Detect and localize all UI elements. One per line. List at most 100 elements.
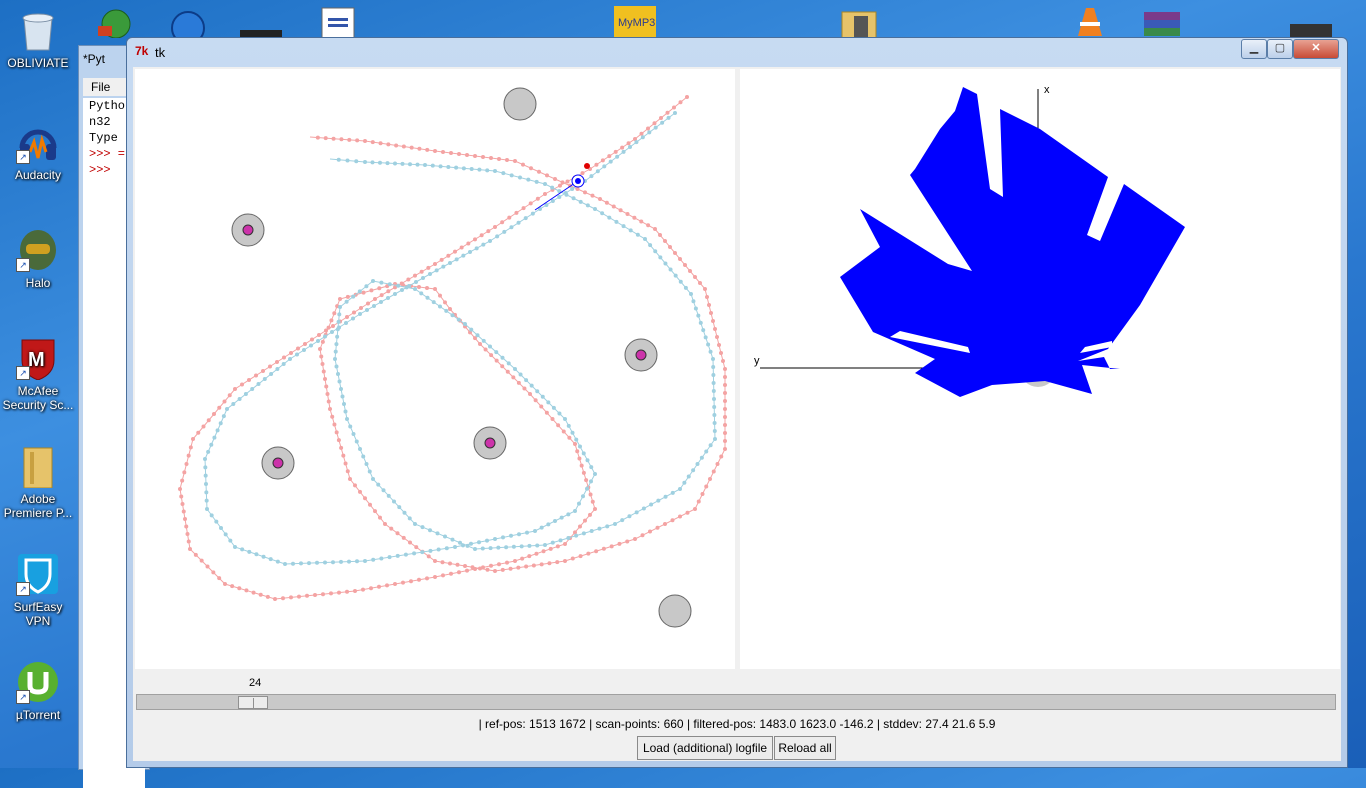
- mymp3-icon[interactable]: MyMP3: [612, 4, 656, 38]
- detected-landmark: [242, 224, 254, 236]
- filtered-path-point: [708, 349, 713, 354]
- reference-path-point: [303, 342, 307, 346]
- reference-path-point: [598, 197, 602, 201]
- filtered-path-point: [533, 529, 537, 533]
- document-icon[interactable]: [318, 4, 358, 39]
- filtered-path-point: [413, 287, 417, 291]
- filtered-path-point: [523, 216, 528, 221]
- reference-path-point: [251, 590, 256, 595]
- desktop-icon-halo[interactable]: ↗ Halo: [0, 228, 76, 290]
- filtered-path-point: [595, 169, 600, 174]
- filtered-path-point: [357, 289, 362, 294]
- filtered-path-point: [468, 250, 472, 254]
- reference-path-point: [578, 554, 583, 559]
- filtered-path-point: [204, 482, 208, 486]
- filtered-path-point: [480, 546, 485, 551]
- reference-path-point: [254, 373, 258, 378]
- filtered-path-point: [571, 196, 576, 201]
- reference-path-point: [275, 360, 279, 364]
- world-canvas[interactable]: [135, 69, 735, 669]
- window-titlebar[interactable]: 7k tk ▁ ▢ ✕: [127, 38, 1347, 66]
- film-icon[interactable]: [1288, 4, 1332, 38]
- reference-path-point: [401, 535, 406, 540]
- reference-path-point: [329, 591, 333, 596]
- filtered-path-point: [358, 447, 362, 451]
- filtered-path-point: [673, 111, 677, 115]
- reference-path-point: [378, 515, 382, 520]
- reference-path-point: [659, 116, 663, 120]
- reference-path-point: [539, 562, 544, 567]
- filtered-path-point: [704, 449, 709, 454]
- reference-path-point: [363, 496, 367, 501]
- filtered-path-point: [621, 149, 626, 154]
- shortcut-arrow-icon: ↗: [16, 690, 30, 704]
- reference-path-point: [618, 208, 623, 213]
- time-slider[interactable]: [136, 694, 1336, 710]
- desktop-icon-recycle-bin[interactable]: OBLIVIATE: [0, 8, 76, 70]
- tk-window[interactable]: 7k tk ▁ ▢ ✕ x y 24 | ref-pos: 1513 1672 …: [126, 37, 1348, 768]
- reload-all-button[interactable]: Reload all: [774, 736, 836, 760]
- filtered-path-point: [534, 179, 539, 184]
- filtered-path-point: [518, 372, 523, 377]
- menu-file[interactable]: File: [83, 80, 110, 94]
- close-button[interactable]: ✕: [1293, 39, 1339, 59]
- desktop-icon-surfeasy[interactable]: ↗ SurfEasy VPN: [0, 552, 76, 628]
- reference-path-point: [723, 407, 727, 411]
- reference-path-point: [433, 149, 437, 153]
- reference-path-point: [696, 499, 701, 504]
- filtered-path-point: [340, 394, 345, 399]
- desktop-icon-adobe-premiere[interactable]: Adobe Premiere P...: [0, 444, 76, 520]
- robot-heading: [534, 180, 579, 211]
- filtered-path-point: [334, 342, 339, 347]
- reference-path-point: [320, 339, 325, 344]
- globe-download-icon[interactable]: [92, 4, 132, 39]
- reference-path-point: [433, 559, 437, 563]
- maximize-button[interactable]: ▢: [1267, 39, 1293, 59]
- reference-path-point: [626, 141, 631, 146]
- filtered-path-point: [660, 120, 665, 125]
- winrar-icon[interactable]: [1140, 4, 1180, 38]
- reference-path-point: [336, 438, 341, 443]
- filtered-path-point: [711, 389, 716, 393]
- reference-path-point: [321, 592, 325, 597]
- filtered-path-point: [711, 365, 716, 369]
- scan-canvas[interactable]: x y: [740, 69, 1340, 669]
- slider-thumb[interactable]: [238, 696, 268, 709]
- folder-icon[interactable]: [840, 4, 880, 39]
- headphones-icon: ↗: [16, 120, 60, 164]
- reference-path-point: [352, 310, 356, 315]
- reference-path-point: [577, 456, 582, 461]
- load-logfile-button[interactable]: Load (additional) logfile: [637, 736, 773, 760]
- reference-path-point: [561, 429, 566, 434]
- reference-path-point: [353, 483, 357, 488]
- reference-path-point: [719, 351, 723, 355]
- filtered-path-point: [663, 494, 668, 499]
- filtered-path-point: [339, 387, 343, 391]
- desktop-icon-audacity[interactable]: ↗ Audacity: [0, 120, 76, 182]
- reference-path-point: [715, 335, 719, 339]
- reference-path-point: [179, 494, 184, 499]
- reference-path-point: [426, 265, 431, 270]
- filtered-path-point: [634, 510, 639, 515]
- reference-path-point: [478, 566, 482, 571]
- filtered-path-point: [396, 283, 401, 288]
- reference-path-point: [455, 562, 460, 567]
- reference-path-point: [368, 502, 372, 507]
- filtered-path-point: [585, 203, 590, 208]
- desktop-icon-mcafee[interactable]: M ↗ McAfee Security Sc...: [0, 336, 76, 412]
- desktop-icon-utorrent[interactable]: ↗ µTorrent: [0, 660, 76, 722]
- vlc-icon[interactable]: [1070, 4, 1110, 38]
- reference-path-point: [723, 391, 727, 395]
- shortcut-arrow-icon: ↗: [16, 258, 30, 272]
- reference-path-point: [580, 171, 585, 176]
- reference-path-point: [273, 597, 277, 601]
- filtered-path-point: [404, 285, 409, 290]
- filtered-path-point: [578, 199, 583, 204]
- reference-path-point: [601, 546, 606, 551]
- monitor-icon[interactable]: [238, 4, 282, 38]
- filtered-path-point: [477, 167, 482, 172]
- minimize-button[interactable]: ▁: [1241, 39, 1267, 59]
- reference-path-point: [533, 398, 538, 403]
- quicktime-icon[interactable]: [168, 4, 208, 45]
- filtered-path-point: [461, 253, 466, 258]
